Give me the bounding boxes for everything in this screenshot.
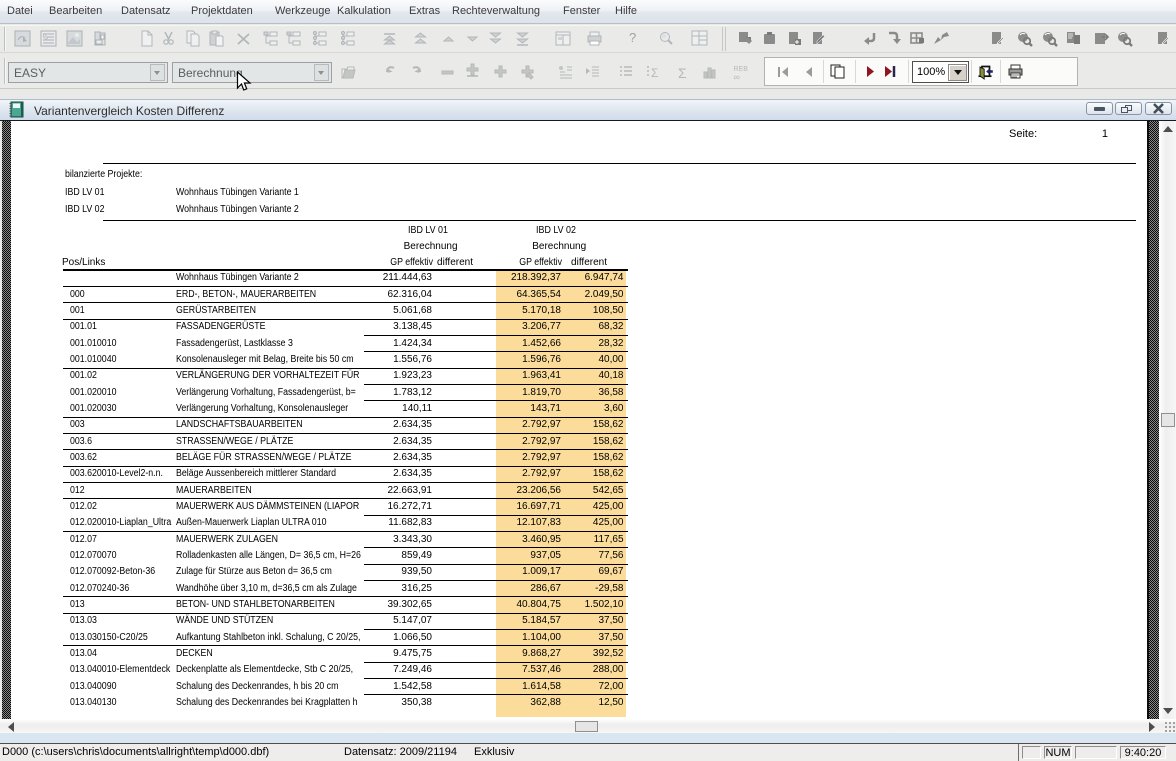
svg-text:Σ: Σ: [651, 66, 658, 80]
svg-text:Σ: Σ: [678, 65, 687, 81]
svg-text:?: ?: [629, 30, 636, 45]
svg-text:∞: ∞: [734, 72, 740, 81]
